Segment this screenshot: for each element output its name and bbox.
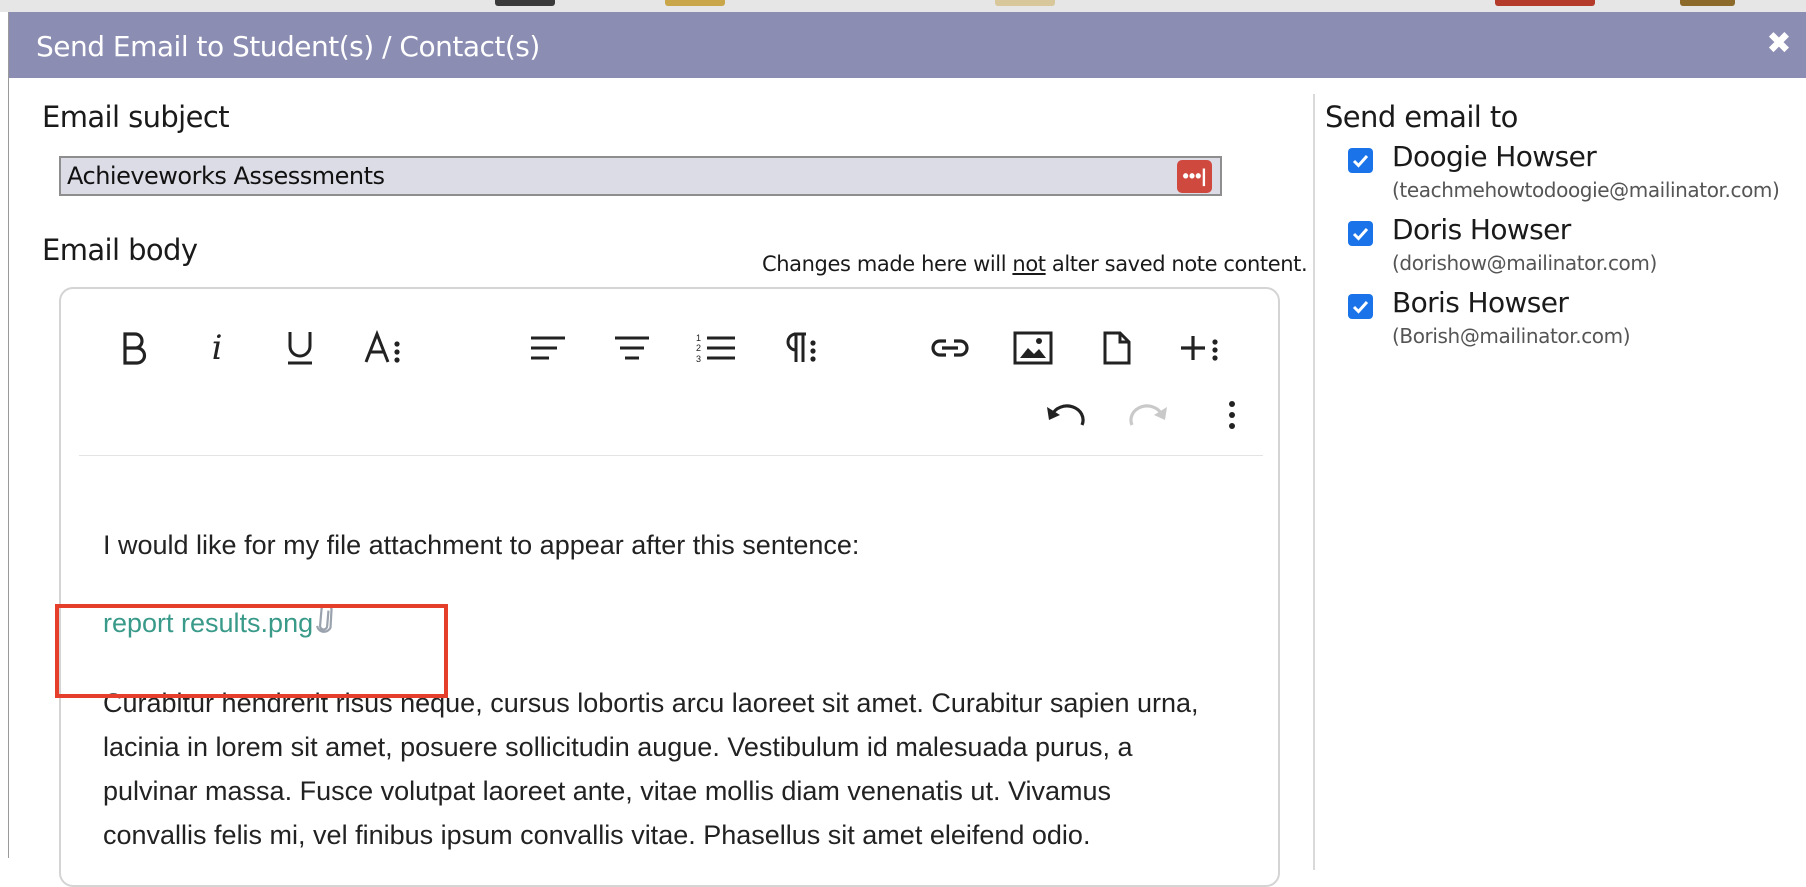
svg-text:1: 1 [696, 333, 701, 343]
recipient-email: (dorishow@mailinator.com) [1392, 251, 1657, 275]
dialog-title: Send Email to Student(s) / Contact(s) [36, 30, 540, 63]
send-email-to-label: Send email to [1325, 100, 1518, 134]
svg-text:2: 2 [696, 343, 701, 353]
svg-text:3: 3 [696, 354, 701, 364]
recipient-checkbox[interactable] [1348, 221, 1373, 246]
recipient-checkbox[interactable] [1348, 294, 1373, 319]
password-manager-icon[interactable]: •••| [1177, 160, 1212, 193]
paragraph-line: lacinia in lorem sit amet, posuere solli… [103, 731, 1133, 762]
link-icon[interactable] [924, 322, 976, 374]
file-icon[interactable] [1091, 322, 1143, 374]
recipient-checkbox[interactable] [1348, 148, 1373, 173]
close-icon[interactable]: ✖ [1761, 26, 1797, 62]
body-paragraph: Curabitur hendrerit risus neque, cursus … [103, 681, 1273, 857]
underline-icon[interactable] [274, 322, 326, 374]
bold-icon[interactable] [108, 322, 160, 374]
paragraph-line: pulvinar massa. Fusce volutpat laoreet a… [103, 775, 1111, 806]
recipient-email: (teachmehowtodoogie@mailinator.com) [1392, 178, 1780, 202]
toolbar-divider [79, 455, 1263, 456]
text-style-icon[interactable] [357, 322, 409, 374]
annotation-highlight-box [55, 604, 448, 698]
undo-icon[interactable] [1039, 389, 1091, 441]
email-body-editor[interactable]: i 123 I would like for my file attachmen… [59, 287, 1280, 887]
redo-icon[interactable] [1123, 389, 1175, 441]
recipient-name: Doris Howser [1392, 213, 1571, 246]
paragraph-format-icon[interactable] [773, 322, 825, 374]
align-center-icon[interactable] [606, 322, 658, 374]
panel-divider [1313, 94, 1315, 870]
image-icon[interactable] [1007, 322, 1059, 374]
email-subject-input[interactable] [59, 156, 1222, 196]
body-edit-note: Changes made here will not alter saved n… [762, 252, 1308, 276]
recipient-name: Doogie Howser [1392, 140, 1597, 173]
dialog-header: Send Email to Student(s) / Contact(s) ✖ [9, 12, 1806, 78]
more-insert-icon[interactable] [1174, 322, 1226, 374]
send-email-dialog: Send Email to Student(s) / Contact(s) ✖ … [8, 12, 1806, 887]
align-left-icon[interactable] [522, 322, 574, 374]
email-body-label: Email body [42, 233, 198, 267]
email-subject-label: Email subject [42, 100, 230, 134]
body-intro-line: I would like for my file attachment to a… [103, 530, 860, 560]
paragraph-line: convallis felis mi, vel finibus ipsum co… [103, 819, 1091, 850]
recipient-name: Boris Howser [1392, 286, 1569, 319]
background-page-strip [0, 0, 1806, 12]
italic-icon[interactable]: i [191, 322, 243, 374]
ordered-list-icon[interactable]: 123 [690, 322, 742, 374]
recipient-email: (Borish@mailinator.com) [1392, 324, 1631, 348]
more-options-icon[interactable] [1206, 389, 1258, 441]
note-emphasis: not [1012, 252, 1046, 276]
